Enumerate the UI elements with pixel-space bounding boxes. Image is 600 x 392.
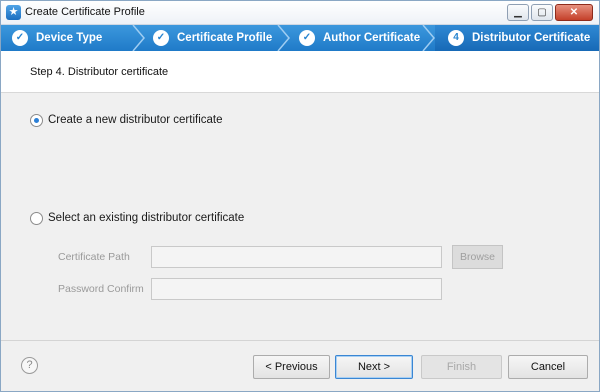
select-existing-label[interactable]: Select an existing distributor certifica…	[48, 212, 244, 224]
create-new-label[interactable]: Create a new distributor certificate	[48, 114, 223, 126]
step-chevron-icon	[422, 25, 435, 51]
step-chevron-icon	[132, 25, 145, 51]
finish-button[interactable]: Finish	[421, 355, 502, 379]
wizard-steps-bar: ✓ Device Type ✓ Certificate Profile ✓ Au…	[1, 25, 599, 51]
certificate-path-input[interactable]	[151, 246, 442, 268]
next-button[interactable]: Next >	[335, 355, 413, 379]
select-existing-radio[interactable]	[30, 212, 43, 225]
cancel-button[interactable]: Cancel	[508, 355, 588, 379]
step-label: Certificate Profile	[177, 32, 273, 44]
create-new-radio[interactable]	[30, 114, 43, 127]
step-complete-check-icon: ✓	[153, 30, 169, 46]
step-header: Step 4. Distributor certificate	[1, 51, 599, 93]
password-confirm-input[interactable]	[151, 278, 442, 300]
help-icon[interactable]: ?	[21, 357, 38, 374]
minimize-button[interactable]: ▁	[507, 4, 529, 21]
maximize-icon: ▢	[537, 7, 547, 18]
step-complete-check-icon: ✓	[12, 30, 28, 46]
step-label: Distributor Certificate	[472, 32, 591, 44]
title-bar[interactable]: ★ Create Certificate Profile ▁ ▢ ✕	[1, 1, 599, 25]
password-confirm-label: Password Confirm	[58, 283, 144, 295]
step-number-badge: 4	[448, 30, 464, 46]
step-complete-check-icon: ✓	[299, 30, 315, 46]
maximize-button[interactable]: ▢	[531, 4, 553, 21]
step-label: Author Certificate	[323, 32, 421, 44]
close-icon: ✕	[569, 7, 579, 18]
step-title: Step 4. Distributor certificate	[30, 66, 169, 78]
footer-divider	[1, 340, 599, 341]
window-title: Create Certificate Profile	[25, 6, 145, 18]
step-label: Device Type	[36, 32, 103, 44]
step-chevron-icon	[277, 25, 290, 51]
app-star-icon: ★	[6, 5, 21, 20]
close-button[interactable]: ✕	[555, 4, 593, 21]
minimize-icon: ▁	[514, 7, 522, 18]
browse-button[interactable]: Browse	[452, 245, 503, 269]
certificate-path-label: Certificate Path	[58, 251, 130, 263]
dialog-window: ★ Create Certificate Profile ▁ ▢ ✕ ✓ Dev…	[0, 0, 600, 392]
previous-button[interactable]: < Previous	[253, 355, 330, 379]
